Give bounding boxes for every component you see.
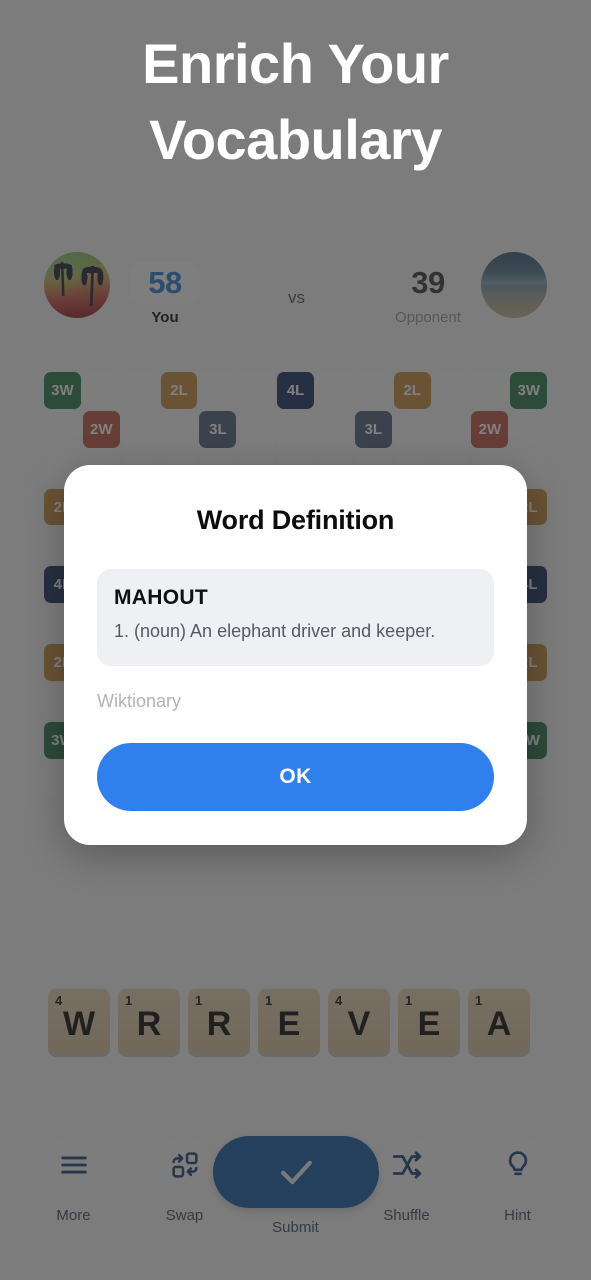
- ok-button[interactable]: OK: [97, 743, 494, 811]
- headline-line-1: Enrich Your: [142, 32, 449, 95]
- app-screenshot: 58 You vs 39 Opponent 3W2L4L2L3W2W3L3L2W…: [0, 0, 591, 1280]
- definition-source: Wiktionary: [97, 691, 182, 711]
- headline-line-2: Vocabulary: [149, 108, 442, 171]
- definition-word: MAHOUT: [114, 586, 208, 609]
- definition-text: 1. (noun) An elephant driver and keeper.: [114, 621, 436, 641]
- promo-headline: Enrich Your Vocabulary: [0, 26, 591, 178]
- definition-card: MAHOUT 1. (noun) An elephant driver and …: [97, 569, 494, 666]
- dialog-title: Word Definition: [196, 505, 395, 535]
- word-definition-dialog: Word Definition MAHOUT 1. (noun) An elep…: [64, 465, 527, 845]
